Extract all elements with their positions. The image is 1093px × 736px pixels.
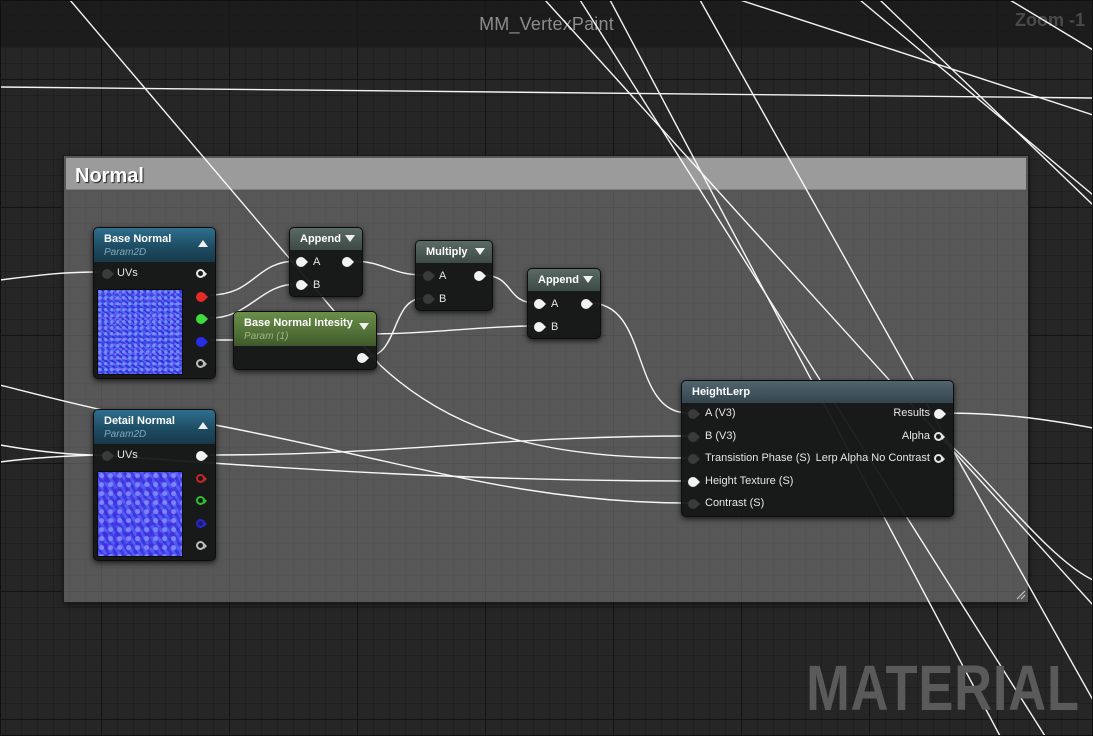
- node-base-normal-intensity[interactable]: Base Normal Intesity Param (1): [233, 311, 377, 370]
- texture-preview-detail-normal: [97, 471, 183, 557]
- node-header[interactable]: Append: [290, 228, 362, 250]
- input-pin-a[interactable]: [296, 257, 308, 267]
- input-pin-uvs[interactable]: [102, 451, 114, 461]
- pin-label-contrast: Contrast (S): [705, 497, 765, 509]
- output-pin[interactable]: [357, 353, 369, 363]
- material-watermark: MATERIAL: [806, 652, 1080, 724]
- pin-label-uvs: UVs: [117, 267, 138, 279]
- output-pin-r[interactable]: [196, 474, 207, 484]
- input-pin-b[interactable]: [534, 322, 546, 332]
- node-title: Base Normal Intesity: [244, 317, 353, 329]
- collapse-arrow-icon[interactable]: [359, 323, 369, 330]
- input-pin-a-v3[interactable]: [688, 409, 700, 419]
- comment-header[interactable]: Normal: [66, 158, 1026, 190]
- output-pin-rgb[interactable]: [196, 269, 207, 279]
- output-pin-b[interactable]: [196, 519, 207, 529]
- collapse-arrow-icon[interactable]: [198, 240, 208, 247]
- output-pin-b[interactable]: [196, 337, 208, 347]
- pin-label-a: A: [439, 270, 447, 282]
- node-subtitle: Param2D: [104, 247, 147, 258]
- node-title: Detail Normal: [104, 415, 175, 427]
- node-title: HeightLerp: [692, 386, 751, 398]
- pin-label-b: B: [313, 279, 321, 291]
- input-pin-contrast[interactable]: [688, 499, 700, 509]
- node-header[interactable]: Base Normal Intesity Param (1): [234, 312, 376, 346]
- input-pin-b[interactable]: [296, 280, 308, 290]
- pin-label-uvs: UVs: [117, 449, 138, 461]
- input-pin-uvs[interactable]: [102, 269, 114, 279]
- comment-title: Normal: [75, 165, 144, 187]
- input-pin-a[interactable]: [423, 271, 435, 281]
- output-pin-g[interactable]: [196, 314, 208, 324]
- pin-label-height-texture: Height Texture (S): [705, 475, 794, 487]
- output-pin-lerp-alpha-no-contrast[interactable]: [934, 454, 945, 464]
- pin-label-transition-phase: Transistion Phase (S): [705, 452, 811, 464]
- pin-label-a-v3: A (V3): [705, 407, 736, 419]
- node-title: Base Normal: [104, 233, 172, 245]
- node-header[interactable]: Append: [528, 269, 600, 291]
- node-header[interactable]: Multiply: [416, 241, 492, 263]
- collapse-arrow-icon[interactable]: [583, 276, 593, 283]
- input-pin-a[interactable]: [534, 299, 546, 309]
- pin-label-b-v3: B (V3): [705, 430, 737, 442]
- node-header[interactable]: Detail Normal Param2D: [94, 410, 215, 444]
- texture-preview-base-normal: [97, 289, 183, 375]
- output-pin[interactable]: [581, 299, 593, 309]
- wire: [0, 86, 1093, 99]
- collapse-arrow-icon[interactable]: [475, 248, 485, 255]
- output-pin-a[interactable]: [196, 359, 207, 369]
- output-pin-a[interactable]: [196, 541, 207, 551]
- pin-label-b: B: [439, 293, 447, 305]
- input-pin-transition-phase[interactable]: [688, 454, 700, 464]
- pin-label-results: Results: [893, 407, 930, 419]
- output-pin[interactable]: [474, 271, 486, 281]
- node-detail-normal[interactable]: Detail Normal Param2D UVs: [93, 409, 216, 561]
- node-append-2[interactable]: Append A B: [527, 268, 601, 339]
- node-header[interactable]: Base Normal Param2D: [94, 228, 215, 262]
- graph-title: MM_VertexPaint: [479, 14, 614, 34]
- node-header[interactable]: HeightLerp: [682, 381, 953, 403]
- pin-label-b: B: [551, 321, 559, 333]
- node-subtitle: Param (1): [244, 331, 289, 342]
- pin-label-a: A: [313, 256, 321, 268]
- zoom-level-label: Zoom -1: [1015, 10, 1085, 30]
- pin-label-alpha: Alpha: [901, 430, 930, 442]
- resize-grip-icon[interactable]: [1014, 588, 1026, 600]
- input-pin-b[interactable]: [423, 294, 435, 304]
- collapse-arrow-icon[interactable]: [198, 422, 208, 429]
- node-base-normal[interactable]: Base Normal Param2D UVs: [93, 227, 216, 379]
- output-pin-r[interactable]: [196, 292, 208, 302]
- output-pin-g[interactable]: [196, 496, 207, 506]
- output-pin-alpha[interactable]: [934, 432, 945, 442]
- pin-label-lerp-alpha-no-contrast: Lerp Alpha No Contrast: [815, 452, 930, 464]
- node-subtitle: Param2D: [104, 429, 147, 440]
- output-pin-results[interactable]: [934, 409, 946, 419]
- input-pin-b-v3[interactable]: [688, 432, 700, 442]
- node-height-lerp[interactable]: HeightLerp A (V3) B (V3) Transistion Pha…: [681, 380, 954, 517]
- input-pin-height-texture[interactable]: [688, 477, 700, 487]
- node-multiply[interactable]: Multiply A B: [415, 240, 493, 311]
- pin-label-a: A: [551, 298, 559, 310]
- collapse-arrow-icon[interactable]: [345, 235, 355, 242]
- output-pin-rgb[interactable]: [196, 451, 208, 461]
- output-pin[interactable]: [342, 257, 354, 267]
- node-append-1[interactable]: Append A B: [289, 227, 363, 297]
